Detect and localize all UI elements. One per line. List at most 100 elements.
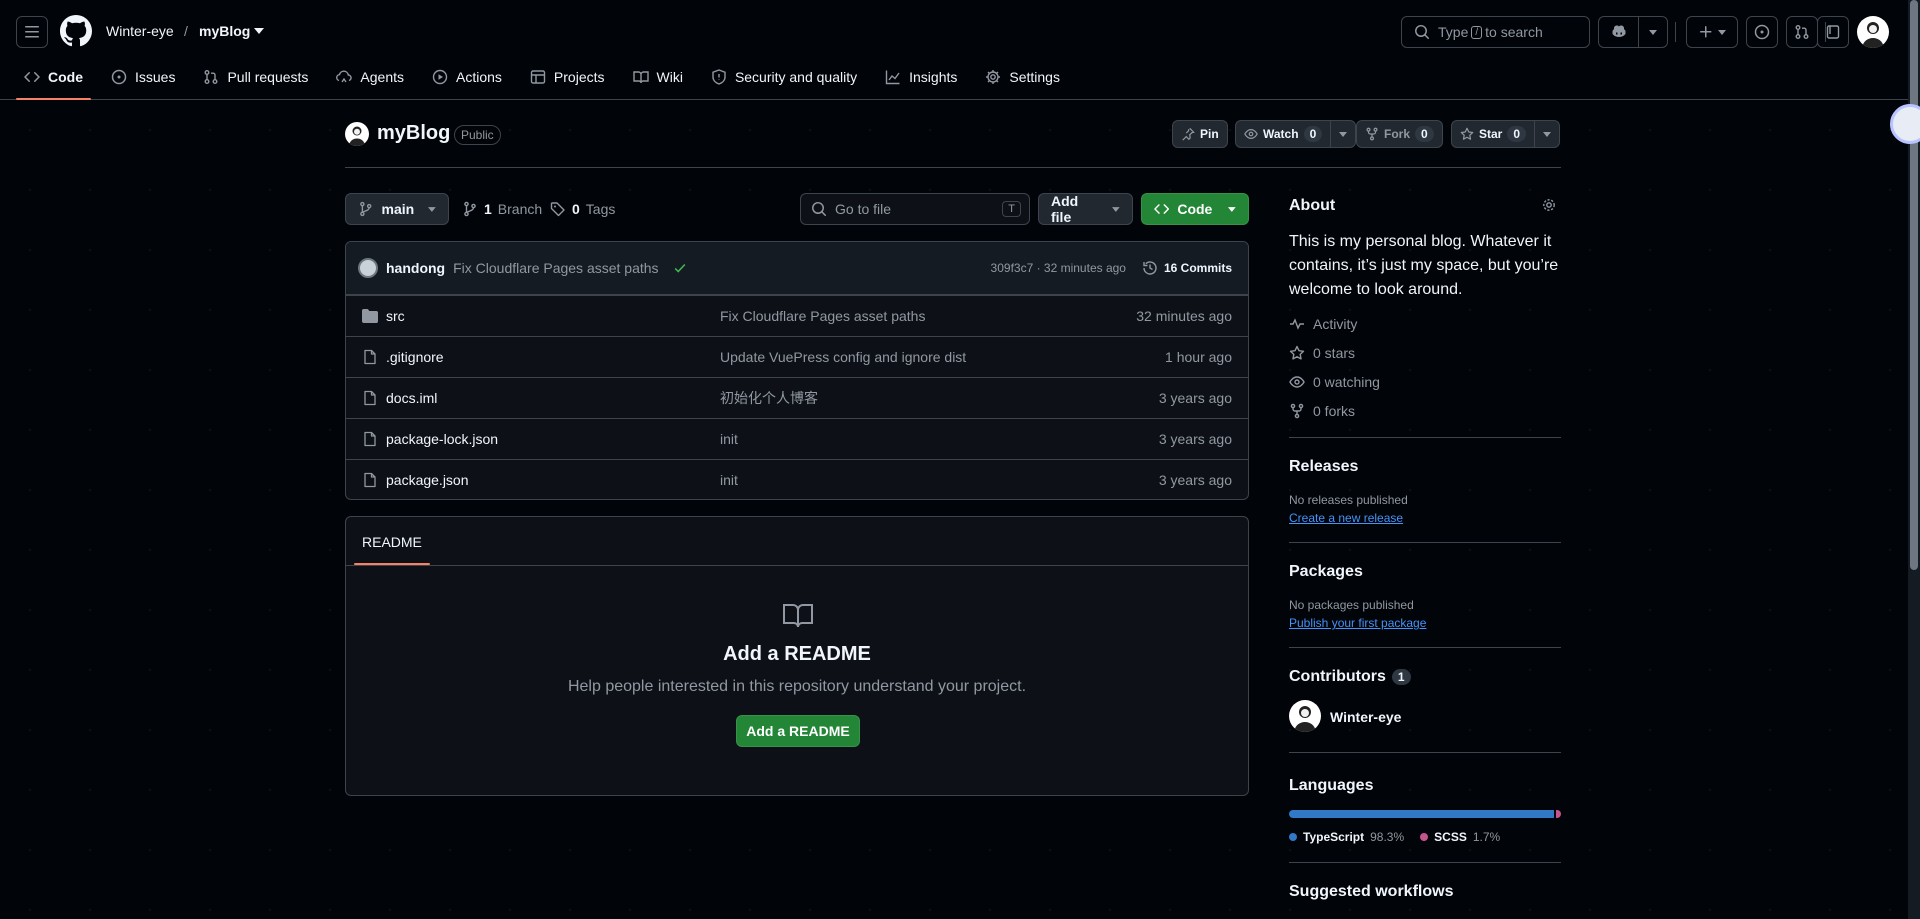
forks-link[interactable]: 0 forks: [1289, 403, 1355, 419]
readme-empty-text: Help people interested in this repositor…: [567, 678, 1027, 695]
menu-button[interactable]: [16, 16, 48, 48]
tab-code[interactable]: Code: [16, 64, 91, 100]
tab-actions[interactable]: Actions: [424, 64, 510, 90]
file-name[interactable]: docs.iml: [386, 390, 720, 406]
fork-button[interactable]: Fork 0: [1356, 120, 1443, 148]
play-icon: [432, 69, 448, 85]
tab-readme[interactable]: README: [354, 534, 430, 565]
add-file-button[interactable]: Add file: [1038, 193, 1133, 225]
star-label: Star: [1479, 127, 1503, 141]
table-row[interactable]: .gitignore Update VuePress config and ig…: [346, 336, 1248, 377]
go-to-file-shortcut: T: [1002, 201, 1021, 217]
table-row[interactable]: package.json init 3 years ago: [346, 459, 1248, 499]
contributor-name[interactable]: Winter-eye: [1330, 709, 1401, 725]
watch-dropdown[interactable]: [1330, 121, 1355, 147]
tab-label: Settings: [1009, 69, 1060, 85]
table-row[interactable]: docs.iml 初始化个人博客 3 years ago: [346, 377, 1248, 418]
create-new-button[interactable]: [1686, 16, 1738, 48]
publish-package-link[interactable]: Publish your first package: [1289, 616, 1426, 630]
activity-link[interactable]: Activity: [1289, 316, 1357, 332]
file-commit-message[interactable]: Fix Cloudflare Pages asset paths: [720, 308, 1120, 324]
tab-settings[interactable]: Settings: [977, 64, 1068, 90]
search-icon: [812, 202, 826, 216]
commit-author-avatar[interactable]: [358, 258, 378, 278]
commit-author[interactable]: handong: [386, 260, 445, 276]
sidebar-divider: [1289, 542, 1561, 543]
contributor-avatar[interactable]: [1289, 700, 1321, 732]
file-name[interactable]: package-lock.json: [386, 431, 720, 447]
scrollbar-thumb[interactable]: [1910, 0, 1918, 570]
file-name[interactable]: package.json: [386, 472, 720, 488]
packages-heading[interactable]: Packages: [1289, 563, 1561, 581]
file-commit-message[interactable]: Update VuePress config and ignore dist: [720, 349, 1120, 365]
pull-request-icon: [204, 70, 218, 84]
go-to-file-input[interactable]: Go to file T: [800, 193, 1030, 225]
table-row[interactable]: src Fix Cloudflare Pages asset paths 32 …: [346, 295, 1248, 336]
breadcrumb-repo[interactable]: myBlog: [199, 23, 250, 39]
contributors-heading-row: Contributors 1: [1289, 668, 1561, 686]
pull-requests-header-button[interactable]: [1786, 16, 1818, 48]
file-commit-message[interactable]: 初始化个人博客: [720, 388, 1120, 408]
check-icon[interactable]: [673, 261, 687, 275]
file-name[interactable]: src: [386, 308, 720, 324]
file-name[interactable]: .gitignore: [386, 349, 720, 365]
user-avatar[interactable]: [1857, 16, 1889, 48]
pin-button[interactable]: Pin: [1172, 120, 1228, 148]
tab-issues[interactable]: Issues: [103, 64, 183, 90]
code-dropdown-button[interactable]: Code: [1141, 193, 1249, 225]
pulse-icon: [1290, 318, 1304, 330]
breadcrumb-owner[interactable]: Winter-eye: [106, 23, 174, 39]
copilot-dropdown-button[interactable]: [1639, 17, 1667, 47]
repo-switcher-caret-icon[interactable]: [254, 28, 264, 34]
star-button[interactable]: Star 0: [1451, 120, 1561, 148]
tab-wiki[interactable]: Wiki: [625, 64, 691, 90]
releases-heading[interactable]: Releases: [1289, 458, 1561, 476]
tab-insights[interactable]: Insights: [877, 64, 965, 90]
fork-label: Fork: [1384, 127, 1411, 141]
branches-link[interactable]: 1 Branch: [462, 201, 542, 217]
language-item[interactable]: SCSS 1.7%: [1420, 830, 1500, 844]
search-input[interactable]: Type / to search: [1401, 16, 1590, 48]
tab-pull-requests[interactable]: Pull requests: [195, 64, 316, 90]
tab-label: Issues: [135, 69, 176, 85]
repo-nav-tabs: Code Issues Pull requests Agents Actions…: [16, 64, 1080, 100]
github-logo-icon[interactable]: [60, 15, 92, 47]
file-date: 3 years ago: [1158, 472, 1232, 488]
inbox-button[interactable]: [1817, 16, 1849, 48]
book-icon: [632, 71, 649, 84]
floating-assistant-icon[interactable]: [1890, 104, 1920, 144]
language-item[interactable]: TypeScript 98.3%: [1289, 830, 1404, 844]
tab-projects[interactable]: Projects: [522, 64, 613, 90]
readme-empty-title: Add a README: [723, 643, 871, 665]
copilot-button[interactable]: [1599, 17, 1639, 47]
watchers-link[interactable]: 0 watching: [1289, 374, 1380, 390]
eye-icon: [1244, 129, 1258, 139]
issues-header-button[interactable]: [1746, 16, 1778, 48]
tags-link[interactable]: 0 Tags: [550, 201, 615, 217]
repo-title[interactable]: myBlog: [377, 122, 450, 145]
branch-icon: [360, 201, 372, 217]
tab-agents[interactable]: Agents: [328, 64, 412, 90]
commits-history-link[interactable]: 16 Commits: [1142, 260, 1232, 276]
repo-owner-avatar[interactable]: [345, 122, 369, 146]
star-dropdown[interactable]: [1534, 121, 1559, 147]
commit-message[interactable]: Fix Cloudflare Pages asset paths: [453, 260, 658, 276]
stars-link[interactable]: 0 stars: [1289, 345, 1355, 361]
contributors-heading[interactable]: Contributors: [1289, 668, 1386, 686]
file-commit-message[interactable]: init: [720, 431, 1120, 447]
commit-meta[interactable]: 309f3c7 · 32 minutes ago: [991, 261, 1126, 275]
shield-icon: [712, 69, 726, 85]
branch-selector[interactable]: main: [345, 193, 449, 225]
activity-label: Activity: [1313, 316, 1358, 332]
tab-label: Wiki: [656, 69, 683, 85]
watch-button[interactable]: Watch 0: [1235, 120, 1357, 148]
tab-security[interactable]: Security and quality: [703, 64, 865, 90]
gear-icon[interactable]: [1541, 197, 1557, 213]
file-commit-message[interactable]: init: [720, 472, 1120, 488]
create-release-link[interactable]: Create a new release: [1289, 511, 1403, 525]
file-date: 3 years ago: [1158, 390, 1232, 406]
table-row[interactable]: package-lock.json init 3 years ago: [346, 418, 1248, 459]
repo-title-bar: myBlog Public Pin Watch 0 Fork 0 Star 0: [345, 120, 1561, 168]
issue-icon: [111, 69, 127, 85]
add-readme-button[interactable]: Add a README: [736, 715, 860, 747]
